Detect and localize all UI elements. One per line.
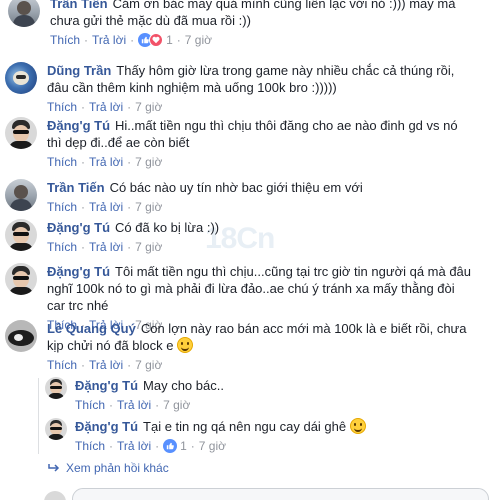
commenter-name[interactable]: Trần Tiến bbox=[47, 180, 105, 195]
avatar[interactable] bbox=[5, 320, 37, 352]
reply-button[interactable]: Trả lời bbox=[89, 239, 123, 256]
comment-text: Tôi mất tiền ngu thì chịu...cũng tại trc… bbox=[47, 264, 472, 313]
like-button[interactable]: Thích bbox=[50, 32, 80, 49]
reply-arrow-icon bbox=[48, 464, 60, 472]
reply: Đặng'g Tú May cho bác.. Thích · Trả lời · 7… bbox=[45, 377, 485, 413]
comment: Trần Tiến Cám ơn bác may quá mình cũng li… bbox=[8, 0, 488, 48]
avatar[interactable] bbox=[5, 117, 37, 149]
avatar[interactable] bbox=[8, 0, 40, 27]
comment: Đặng'g Tú Hi..mất tiền ngu thì chịu thôi … bbox=[5, 117, 485, 170]
reply-thread-line bbox=[38, 378, 39, 454]
like-button[interactable]: Thích bbox=[47, 199, 77, 216]
reaction-count: 1 bbox=[166, 32, 173, 47]
comment: Đặng'g Tú Có đã ko bị lừa :)) Thích · Trả … bbox=[5, 219, 485, 255]
comment-text: May cho bác.. bbox=[143, 378, 224, 393]
like-button[interactable]: Thích bbox=[75, 438, 105, 455]
reply-input[interactable] bbox=[72, 488, 489, 500]
comment-text: Tại e tin ng qá nên ngu cay dái ghê bbox=[143, 419, 347, 434]
timestamp[interactable]: 7 giờ bbox=[199, 438, 226, 455]
reply-button[interactable]: Trả lời bbox=[89, 357, 123, 374]
comment-text: Cám ơn bác may quá mình cũng liên lạc vớ… bbox=[50, 0, 456, 28]
smile-emoji bbox=[177, 337, 194, 353]
avatar[interactable] bbox=[45, 377, 67, 399]
commenter-name[interactable]: Trần Tiến bbox=[50, 0, 108, 11]
reply: Đặng'g Tú Tại e tin ng qá nên ngu cay dái… bbox=[45, 418, 485, 454]
reactions-summary[interactable]: 1 bbox=[163, 438, 187, 455]
reply-button[interactable]: Trả lời bbox=[92, 32, 126, 49]
avatar[interactable] bbox=[5, 219, 37, 251]
reply-button[interactable]: Trả lời bbox=[117, 397, 151, 414]
like-button[interactable]: Thích bbox=[47, 99, 77, 116]
timestamp[interactable]: 7 giờ bbox=[185, 32, 212, 49]
timestamp[interactable]: 7 giờ bbox=[163, 397, 190, 414]
comment: Dũng Trần Thấy hôm giờ lừa trong game này… bbox=[5, 62, 485, 115]
comment-text: Có bác nào uy tín nhờ bac giới thiệu em … bbox=[109, 180, 363, 195]
avatar[interactable] bbox=[5, 62, 37, 94]
like-button[interactable]: Thích bbox=[75, 397, 105, 414]
commenter-name[interactable]: Đặng'g Tú bbox=[47, 220, 110, 235]
reaction-count: 1 bbox=[180, 438, 187, 453]
timestamp[interactable]: 7 giờ bbox=[135, 357, 162, 374]
love-icon bbox=[149, 33, 164, 47]
comment: Lê Quang Quý Con lợn này rao bán acc mới … bbox=[5, 320, 485, 373]
commenter-name[interactable]: Đặng'g Tú bbox=[75, 378, 138, 393]
timestamp[interactable]: 7 giờ bbox=[135, 154, 162, 171]
avatar[interactable] bbox=[45, 418, 67, 440]
like-icon bbox=[163, 439, 178, 453]
reactions-summary[interactable]: 1 bbox=[138, 32, 173, 49]
reply-button[interactable]: Trả lời bbox=[89, 99, 123, 116]
commenter-name[interactable]: Đặng'g Tú bbox=[47, 118, 110, 133]
timestamp[interactable]: 7 giờ bbox=[135, 239, 162, 256]
timestamp[interactable]: 7 giờ bbox=[135, 99, 162, 116]
reply-button[interactable]: Trả lời bbox=[117, 438, 151, 455]
like-button[interactable]: Thích bbox=[47, 154, 77, 171]
avatar[interactable] bbox=[5, 263, 37, 295]
reply-button[interactable]: Trả lời bbox=[89, 199, 123, 216]
commenter-name[interactable]: Đặng'g Tú bbox=[75, 419, 138, 434]
avatar[interactable] bbox=[5, 179, 37, 211]
like-button[interactable]: Thích bbox=[47, 239, 77, 256]
more-replies-link[interactable]: Xem phản hồi khác bbox=[48, 461, 169, 475]
avatar[interactable] bbox=[44, 491, 66, 500]
reply-button[interactable]: Trả lời bbox=[89, 154, 123, 171]
commenter-name[interactable]: Lê Quang Quý bbox=[47, 321, 136, 336]
comment-text: Có đã ko bị lừa :)) bbox=[115, 220, 220, 235]
commenter-name[interactable]: Dũng Trần bbox=[47, 63, 111, 78]
more-replies-label: Xem phản hồi khác bbox=[66, 461, 169, 475]
smile-emoji bbox=[349, 418, 366, 434]
comment: Trần Tiến Có bác nào uy tín nhờ bac giới … bbox=[5, 179, 485, 215]
commenter-name[interactable]: Đặng'g Tú bbox=[47, 264, 110, 279]
like-button[interactable]: Thích bbox=[47, 357, 77, 374]
timestamp[interactable]: 7 giờ bbox=[135, 199, 162, 216]
